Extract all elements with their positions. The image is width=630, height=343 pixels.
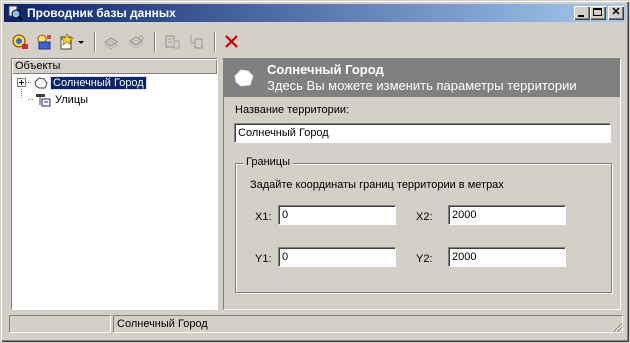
status-bar: Солнечный Город xyxy=(5,314,625,334)
x2-field[interactable]: 2000 xyxy=(448,205,566,225)
status-cell-2: Солнечный Город xyxy=(113,315,623,333)
toolbar-separator xyxy=(154,32,156,52)
add-dropdown-button[interactable] xyxy=(57,31,87,53)
territory-name-label: Название территории: xyxy=(235,104,350,116)
tree-node-label[interactable]: Улицы xyxy=(53,94,90,106)
tree-connector xyxy=(26,82,31,83)
detail-panel: Солнечный Город Здесь Вы можете изменить… xyxy=(223,58,621,310)
tree-connector xyxy=(28,99,33,100)
move-button[interactable] xyxy=(185,31,207,53)
window-title: Проводник базы данных xyxy=(27,6,176,20)
x1-label: X1: xyxy=(255,211,272,223)
bounds-hint: Задайте координаты границ территории в м… xyxy=(250,179,504,191)
bounds-groupbox: Границы Задайте координаты границ террит… xyxy=(235,156,612,293)
banner-subtitle: Здесь Вы можете изменить параметры терри… xyxy=(267,78,577,93)
tree-node-label[interactable]: Солнечный Город xyxy=(50,75,147,90)
copy-disabled-icon xyxy=(104,37,118,50)
territory-icon xyxy=(34,76,48,88)
x1-field[interactable]: 0 xyxy=(278,205,396,225)
toolbar xyxy=(5,29,625,55)
close-button[interactable]: ✕ xyxy=(608,6,624,20)
refresh-button[interactable] xyxy=(9,31,31,53)
new-object-icon xyxy=(37,34,51,50)
paste-disabled-icon xyxy=(129,35,144,49)
y2-field[interactable]: 2000 xyxy=(448,247,566,267)
properties-button[interactable] xyxy=(161,31,183,53)
tree-expand-icon[interactable] xyxy=(17,78,26,87)
y1-field[interactable]: 0 xyxy=(278,247,396,267)
bounds-group-title: Границы xyxy=(243,156,293,168)
close-icon: ✕ xyxy=(611,6,621,18)
add-dropdown-icon xyxy=(60,33,84,50)
database-explorer-icon xyxy=(7,5,23,21)
title-bar[interactable]: Проводник базы данных ✕ xyxy=(4,4,626,22)
copy-button[interactable] xyxy=(101,31,123,53)
tree-node-territory[interactable]: Солнечный Город xyxy=(12,74,217,91)
status-cell-1 xyxy=(9,315,111,333)
tree-node-streets[interactable]: Улицы xyxy=(12,91,217,108)
minimize-icon xyxy=(578,15,584,17)
refresh-icon xyxy=(12,34,28,49)
banner-title: Солнечный Город xyxy=(267,62,384,77)
maximize-icon xyxy=(593,8,602,16)
object-tree[interactable]: Объекты Солнечный Город Улицы xyxy=(11,58,218,310)
maximize-button[interactable] xyxy=(590,6,606,20)
territory-name-field[interactable]: Солнечный Город xyxy=(234,123,611,143)
move-disabled-icon xyxy=(190,35,203,49)
resize-grip-icon[interactable] xyxy=(611,321,623,333)
app-window: Проводник базы данных ✕ Объекты Солнечны… xyxy=(0,0,630,343)
properties-disabled-icon xyxy=(165,35,180,49)
tree-column-header[interactable]: Объекты xyxy=(12,59,217,74)
toolbar-separator xyxy=(214,32,216,52)
toolbar-separator xyxy=(94,32,96,52)
y1-label: Y1: xyxy=(255,253,272,265)
paste-button[interactable] xyxy=(125,31,147,53)
new-object-button[interactable] xyxy=(33,31,55,53)
delete-icon xyxy=(225,35,238,48)
minimize-button[interactable] xyxy=(574,6,590,20)
detail-banner: Солнечный Город Здесь Вы можете изменить… xyxy=(224,59,620,97)
x2-label: X2: xyxy=(416,211,433,223)
y2-label: Y2: xyxy=(416,253,433,265)
territory-icon xyxy=(234,69,254,87)
delete-button[interactable] xyxy=(221,31,243,53)
streets-icon xyxy=(36,93,51,106)
